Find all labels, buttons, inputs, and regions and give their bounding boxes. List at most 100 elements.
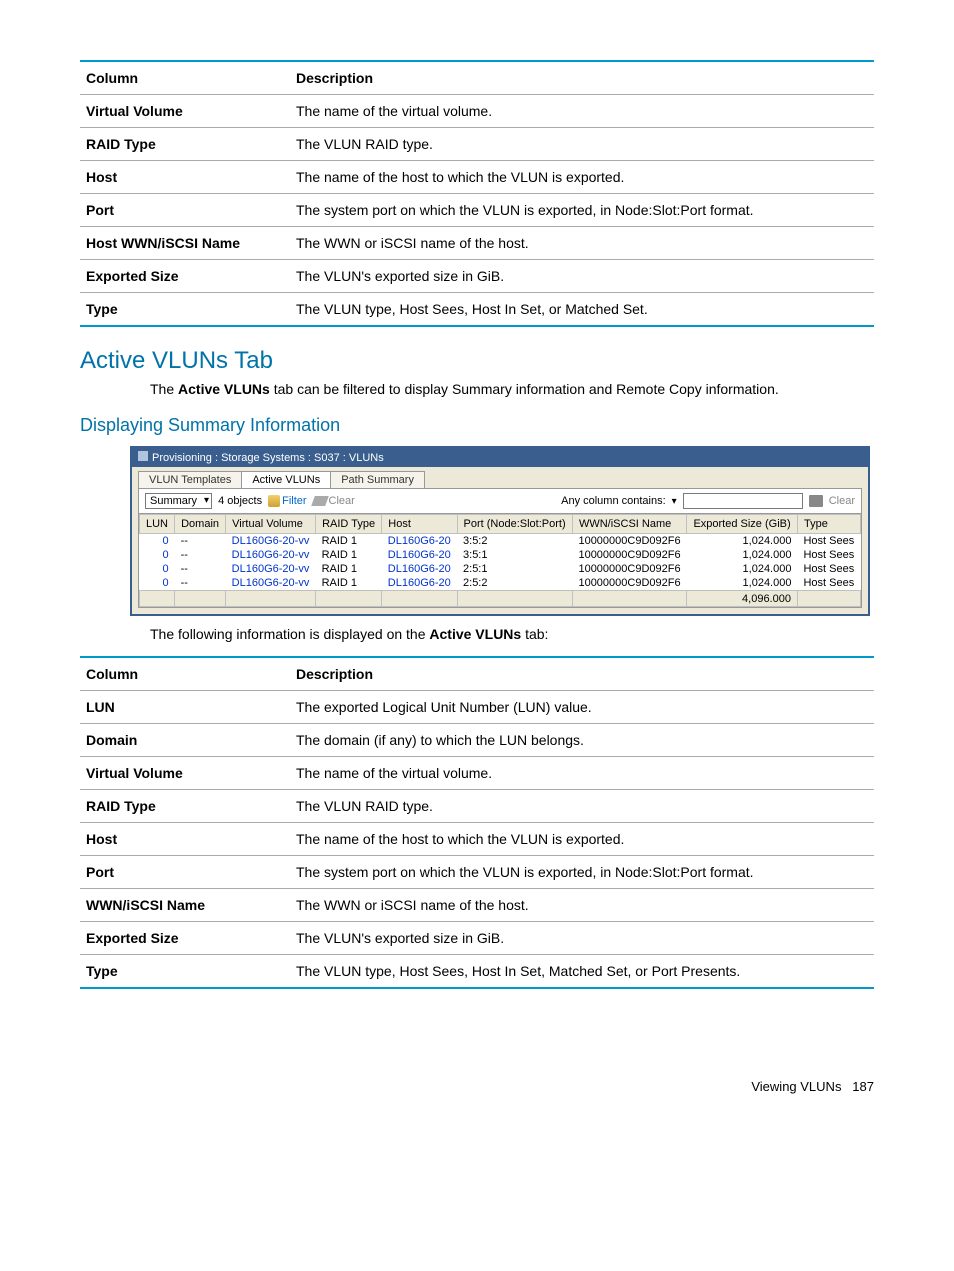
cell-exported-size: 1,024.000 <box>687 576 798 591</box>
cell-host[interactable]: DL160G6-20 <box>382 562 457 576</box>
tab-vlun-templates[interactable]: VLUN Templates <box>138 471 242 488</box>
filter-button[interactable]: Filter <box>268 495 306 507</box>
footer-label: Viewing VLUNs <box>751 1079 841 1094</box>
table-row: PortThe system port on which the VLUN is… <box>80 194 874 227</box>
view-dropdown[interactable]: Summary <box>145 493 212 509</box>
cell-domain: -- <box>175 534 226 549</box>
text: tab: <box>521 626 548 642</box>
grid-column-header[interactable]: LUN <box>140 515 175 534</box>
cell-exported-size: 1,024.000 <box>687 562 798 576</box>
grid-column-header[interactable]: Domain <box>175 515 226 534</box>
table-row: Exported SizeThe VLUN's exported size in… <box>80 260 874 293</box>
cell-port: 3:5:2 <box>457 534 572 549</box>
column-name: Host <box>80 823 290 856</box>
text: tab can be filtered to display Summary i… <box>270 381 779 397</box>
grid-column-header[interactable]: Host <box>382 515 457 534</box>
text: The <box>150 381 178 397</box>
cell-wwn: 10000000C9D092F6 <box>572 562 686 576</box>
filter-label: Filter <box>282 495 306 507</box>
active-vluns-intro: The Active VLUNs tab can be filtered to … <box>150 381 874 397</box>
cell-type: Host Sees <box>797 562 860 576</box>
column-desc: The VLUN RAID type. <box>290 128 874 161</box>
cell-type: Host Sees <box>797 548 860 562</box>
tab-path-summary[interactable]: Path Summary <box>330 471 425 488</box>
grid-footer-cell <box>572 591 686 607</box>
clear-search-button[interactable]: Clear <box>829 495 855 507</box>
grid-row[interactable]: 0--DL160G6-20-vvRAID 1DL160G6-203:5:1100… <box>140 548 861 562</box>
text: The following information is displayed o… <box>150 626 429 642</box>
window-titlebar: Provisioning : Storage Systems : S037 : … <box>132 448 868 467</box>
grid-row[interactable]: 0--DL160G6-20-vvRAID 1DL160G6-202:5:1100… <box>140 562 861 576</box>
cell-wwn: 10000000C9D092F6 <box>572 548 686 562</box>
vlun-templates-columns-table: Column Description Virtual VolumeThe nam… <box>80 60 874 327</box>
titlebar-icon <box>138 451 148 461</box>
grid-footer-cell <box>175 591 226 607</box>
grid-row[interactable]: 0--DL160G6-20-vvRAID 1DL160G6-203:5:2100… <box>140 534 861 549</box>
column-name: Virtual Volume <box>80 95 290 128</box>
column-desc: The VLUN's exported size in GiB. <box>290 260 874 293</box>
grid-column-header[interactable]: WWN/iSCSI Name <box>572 515 686 534</box>
column-desc: The WWN or iSCSI name of the host. <box>290 227 874 260</box>
grid-row[interactable]: 0--DL160G6-20-vvRAID 1DL160G6-202:5:2100… <box>140 576 861 591</box>
object-count: 4 objects <box>218 495 262 507</box>
cell-virtual-volume[interactable]: DL160G6-20-vv <box>226 534 316 549</box>
column-name: Virtual Volume <box>80 757 290 790</box>
eraser-icon <box>311 496 329 506</box>
cell-raid-type: RAID 1 <box>316 562 382 576</box>
cell-domain: -- <box>175 576 226 591</box>
table-row: Virtual VolumeThe name of the virtual vo… <box>80 757 874 790</box>
toolbar: Summary 4 objects Filter Clear Any colum… <box>138 488 862 514</box>
cell-lun[interactable]: 0 <box>140 562 175 576</box>
grid-column-header[interactable]: Exported Size (GiB) <box>687 515 798 534</box>
grid-footer-cell <box>457 591 572 607</box>
cell-virtual-volume[interactable]: DL160G6-20-vv <box>226 576 316 591</box>
tab-active-vluns[interactable]: Active VLUNs <box>241 471 331 488</box>
column-name: Host WWN/iSCSI Name <box>80 227 290 260</box>
column-name: Port <box>80 856 290 889</box>
column-name: Exported Size <box>80 260 290 293</box>
column-name: RAID Type <box>80 790 290 823</box>
cell-virtual-volume[interactable]: DL160G6-20-vv <box>226 562 316 576</box>
print-icon[interactable] <box>809 495 823 507</box>
cell-lun[interactable]: 0 <box>140 576 175 591</box>
table-row: TypeThe VLUN type, Host Sees, Host In Se… <box>80 955 874 989</box>
table-row: Virtual VolumeThe name of the virtual vo… <box>80 95 874 128</box>
search-input[interactable] <box>683 493 803 509</box>
grid-column-header[interactable]: Virtual Volume <box>226 515 316 534</box>
grid-column-header[interactable]: RAID Type <box>316 515 382 534</box>
column-name: Type <box>80 293 290 327</box>
table-row: WWN/iSCSI NameThe WWN or iSCSI name of t… <box>80 889 874 922</box>
page-footer: Viewing VLUNs 187 <box>80 1079 874 1094</box>
cell-virtual-volume[interactable]: DL160G6-20-vv <box>226 548 316 562</box>
table-row: Host WWN/iSCSI NameThe WWN or iSCSI name… <box>80 227 874 260</box>
column-desc: The WWN or iSCSI name of the host. <box>290 889 874 922</box>
cell-raid-type: RAID 1 <box>316 576 382 591</box>
column-name: Exported Size <box>80 922 290 955</box>
cell-host[interactable]: DL160G6-20 <box>382 576 457 591</box>
cell-host[interactable]: DL160G6-20 <box>382 548 457 562</box>
grid-column-header[interactable]: Port (Node:Slot:Port) <box>457 515 572 534</box>
table-row: DomainThe domain (if any) to which the L… <box>80 724 874 757</box>
cell-domain: -- <box>175 562 226 576</box>
cell-type: Host Sees <box>797 534 860 549</box>
col-header-column: Column <box>80 657 290 691</box>
clear-filter-button[interactable]: Clear <box>313 495 355 507</box>
cell-lun[interactable]: 0 <box>140 534 175 549</box>
column-chevron-icon[interactable]: ▾ <box>672 496 677 507</box>
grid-column-header[interactable]: Type <box>797 515 860 534</box>
column-name: Host <box>80 161 290 194</box>
data-grid: LUNDomainVirtual VolumeRAID TypeHostPort… <box>138 514 862 608</box>
grid-footer-cell <box>797 591 860 607</box>
active-vluns-columns-table: Column Description LUNThe exported Logic… <box>80 656 874 989</box>
column-name: Domain <box>80 724 290 757</box>
cell-lun[interactable]: 0 <box>140 548 175 562</box>
filter-icon <box>268 495 280 507</box>
cell-raid-type: RAID 1 <box>316 548 382 562</box>
cell-host[interactable]: DL160G6-20 <box>382 534 457 549</box>
column-desc: The domain (if any) to which the LUN bel… <box>290 724 874 757</box>
grid-footer-cell: 4,096.000 <box>687 591 798 607</box>
column-desc: The system port on which the VLUN is exp… <box>290 194 874 227</box>
column-desc: The VLUN type, Host Sees, Host In Set, o… <box>290 293 874 327</box>
cell-type: Host Sees <box>797 576 860 591</box>
column-desc: The VLUN RAID type. <box>290 790 874 823</box>
